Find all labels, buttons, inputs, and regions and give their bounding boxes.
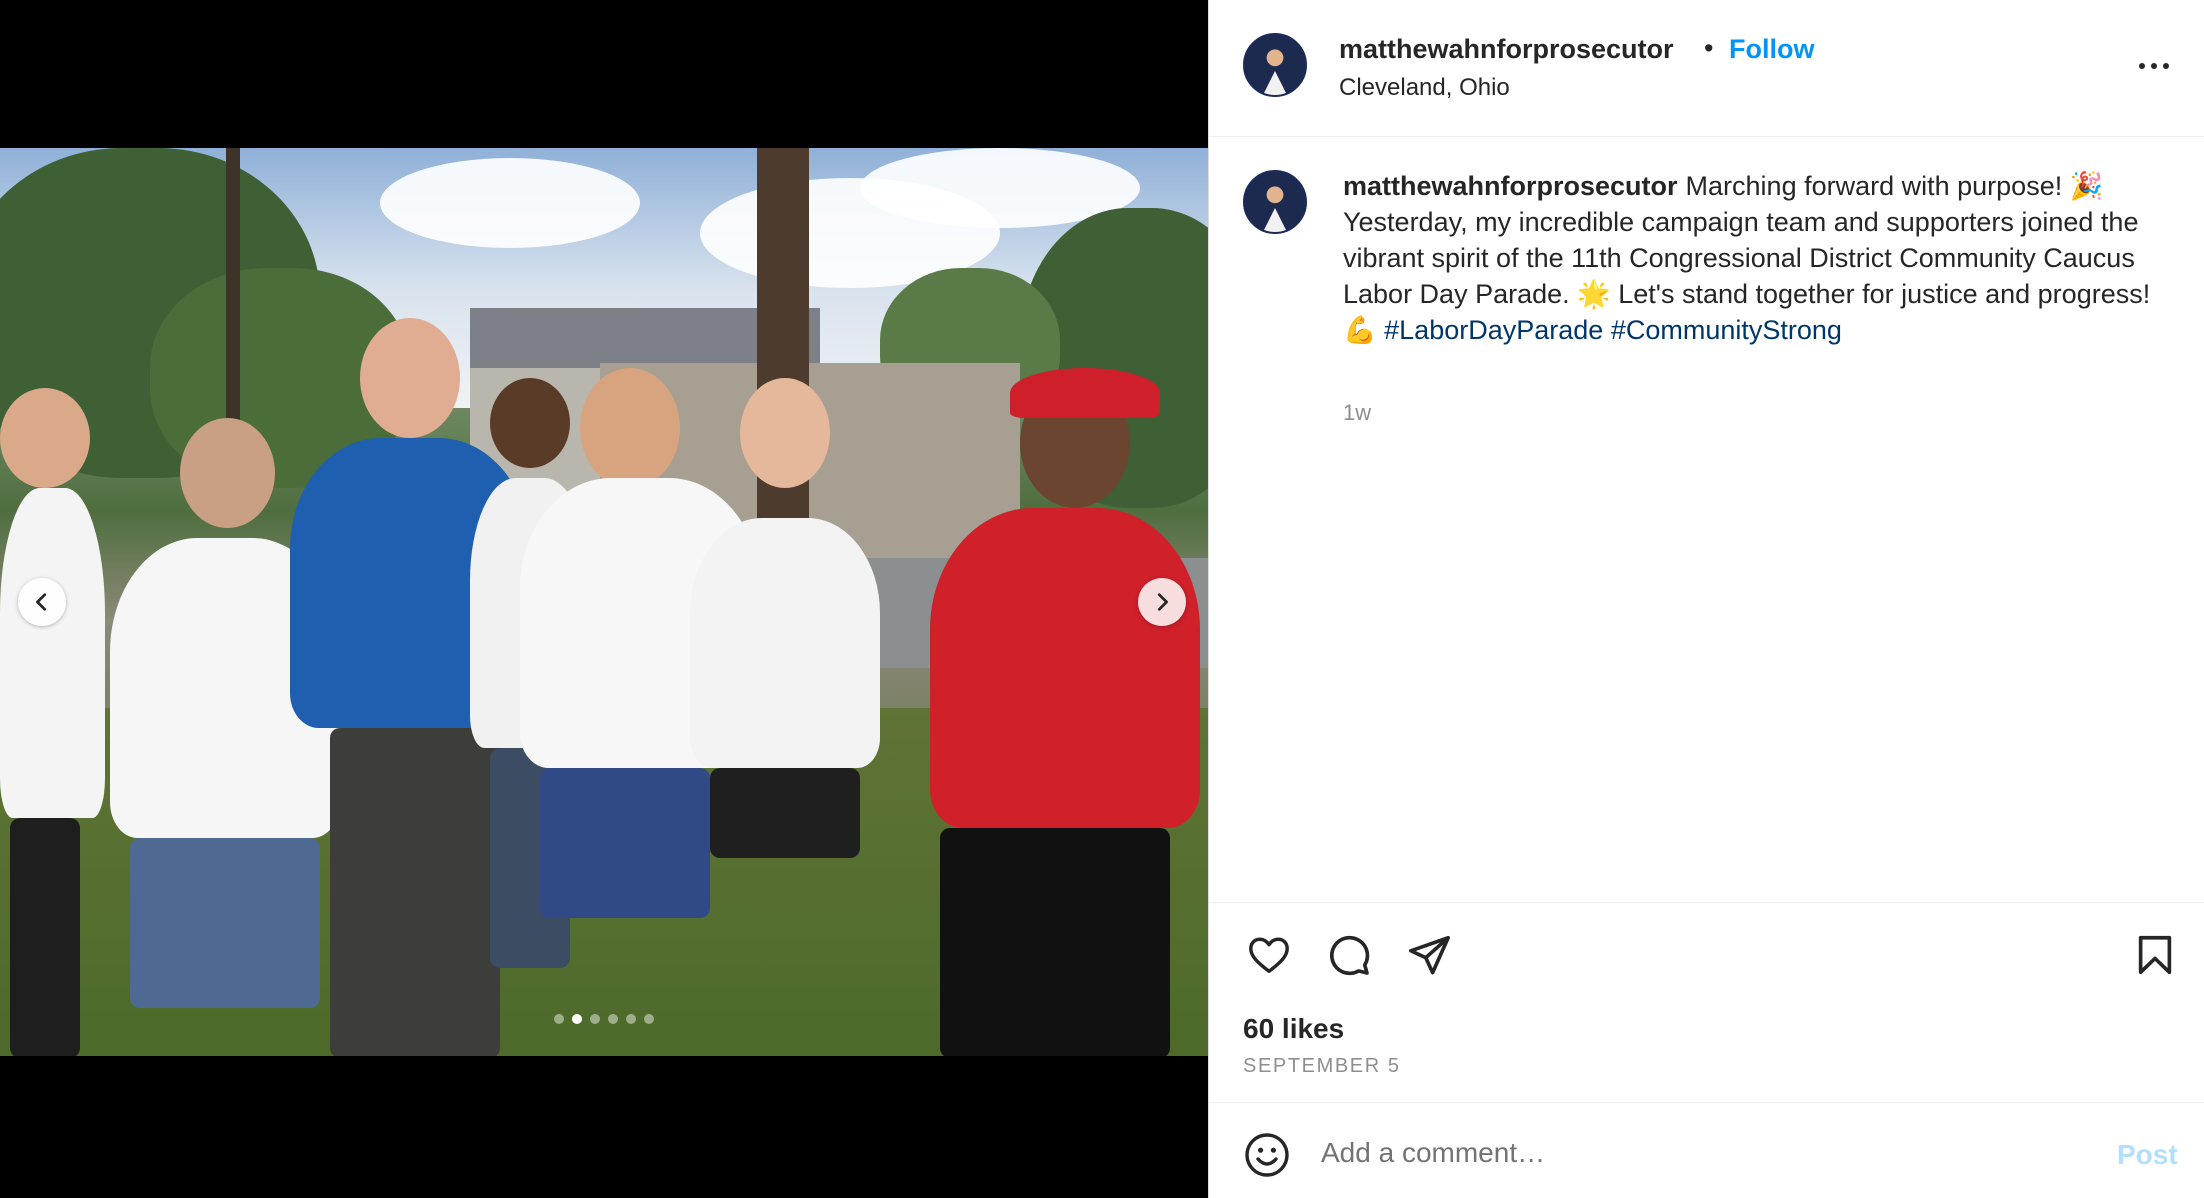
caption-avatar[interactable] xyxy=(1243,170,1307,234)
comment-button[interactable] xyxy=(1323,929,1375,981)
post-caption: matthewahnforprosecutor Marching forward … xyxy=(1343,168,2173,348)
avatar[interactable] xyxy=(1243,33,1307,97)
post-location[interactable]: Cleveland, Ohio xyxy=(1339,74,1510,102)
separator-dot: • xyxy=(1704,33,1714,63)
follow-button[interactable]: Follow xyxy=(1729,34,1814,65)
caption-username[interactable]: matthewahnforprosecutor xyxy=(1343,171,1678,201)
post-panel: matthewahnforprosecutor • Follow Clevela… xyxy=(1208,0,2204,1198)
comment-bar: Post xyxy=(1209,1102,2204,1198)
smiley-icon[interactable] xyxy=(1243,1131,1291,1179)
more-options-button[interactable] xyxy=(2129,42,2179,90)
post-photo[interactable] xyxy=(0,148,1208,1056)
post-media xyxy=(0,0,1208,1198)
carousel-dot xyxy=(608,1014,618,1024)
chevron-left-icon xyxy=(36,593,47,611)
paper-plane-icon xyxy=(1408,935,1450,975)
carousel-dot xyxy=(572,1014,582,1024)
post-date: SEPTEMBER 5 xyxy=(1243,1055,1401,1077)
carousel-dot xyxy=(644,1014,654,1024)
author-username[interactable]: matthewahnforprosecutor xyxy=(1339,34,1674,65)
like-button[interactable] xyxy=(1243,929,1295,981)
post-comment-button[interactable]: Post xyxy=(2117,1139,2178,1171)
carousel-dot xyxy=(626,1014,636,1024)
carousel-indicator xyxy=(0,1014,1208,1024)
save-button[interactable] xyxy=(2129,929,2181,981)
carousel-prev-button[interactable] xyxy=(18,578,66,626)
caption-timestamp[interactable]: 1w xyxy=(1343,400,1371,426)
carousel-dot xyxy=(590,1014,600,1024)
carousel-dot xyxy=(554,1014,564,1024)
likes-count[interactable]: 60 likes xyxy=(1243,1013,1344,1045)
post-header: matthewahnforprosecutor • Follow Clevela… xyxy=(1209,0,2204,137)
action-bar: 60 likes SEPTEMBER 5 xyxy=(1209,902,2204,1102)
hashtag-labordayparade[interactable]: #LaborDayParade xyxy=(1384,315,1603,345)
comment-icon xyxy=(1329,935,1370,976)
hashtag-communitystrong[interactable]: #CommunityStrong xyxy=(1611,315,1842,345)
bookmark-icon xyxy=(2138,935,2172,975)
ellipsis-icon xyxy=(2139,63,2145,69)
share-button[interactable] xyxy=(1403,929,1455,981)
comment-input[interactable] xyxy=(1321,1127,2021,1179)
heart-icon xyxy=(1249,937,1289,974)
carousel-next-button[interactable] xyxy=(1138,578,1186,626)
chevron-right-icon xyxy=(1157,593,1168,611)
